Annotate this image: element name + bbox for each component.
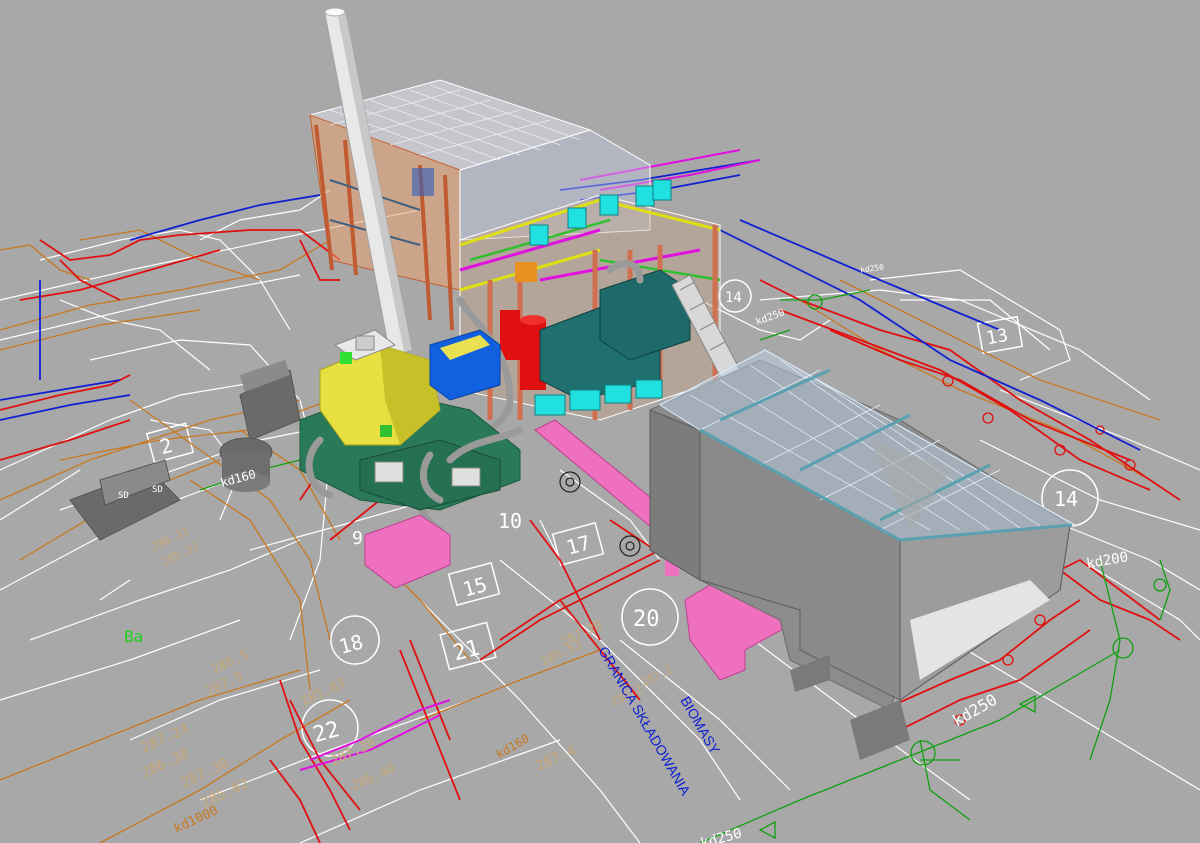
green-label-ba: Ba — [124, 627, 143, 646]
cad-3d-viewport[interactable]: 2 13 14 14 15 18 20 21 22 17 10 9 kd160 … — [0, 0, 1200, 843]
ground-plane — [0, 0, 1200, 843]
plot-number-20: 20 — [633, 607, 660, 632]
plot-number-14b: 14 — [725, 290, 742, 306]
plot-number-14a: 14 — [1054, 487, 1078, 511]
misc-sd-2: SD — [152, 485, 163, 495]
plant-model-drawing: 2 13 14 14 15 18 20 21 22 17 10 9 kd160 … — [0, 0, 1200, 843]
plot-number-10: 10 — [498, 509, 522, 533]
misc-sd-1: SD — [118, 491, 129, 501]
plot-number-9: 9 — [352, 528, 363, 549]
plot-number-13: 13 — [985, 325, 1010, 349]
